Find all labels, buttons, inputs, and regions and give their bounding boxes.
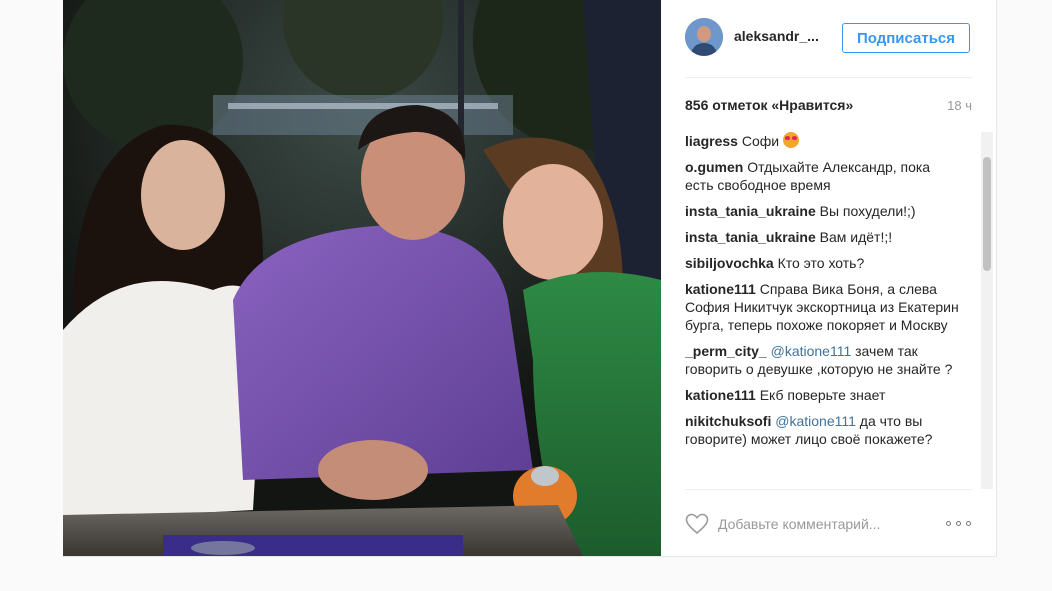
add-comment-input[interactable] <box>718 514 918 534</box>
heart-like-icon[interactable] <box>685 513 709 535</box>
post-timestamp[interactable]: 18 ч <box>947 98 972 113</box>
comment-item: katione111 Справа Вика Боня, а слева Соф… <box>685 280 961 334</box>
post-photo-image <box>63 0 661 556</box>
comment-author[interactable]: _perm_city_ <box>685 343 767 359</box>
post-footer <box>685 489 972 557</box>
follow-button[interactable]: Подписаться <box>842 23 970 53</box>
comments-scroll-thumb[interactable] <box>983 157 991 271</box>
comment-author[interactable]: katione111 <box>685 387 756 403</box>
comment-text: Софи <box>741 133 780 149</box>
comment-text: Кто это хоть? <box>777 255 865 271</box>
post-side-panel: aleksandr_... Подписаться 856 отметок «Н… <box>661 0 996 556</box>
comment-author[interactable]: insta_tania_ukraine <box>685 203 816 219</box>
comment-text: Вам идёт!;! <box>819 229 893 245</box>
comment-author[interactable]: liagress <box>685 133 738 149</box>
comment-item: katione111 Екб поверьте знает <box>685 386 961 404</box>
post-header: aleksandr_... Подписаться <box>685 0 972 78</box>
avatar-image <box>685 18 723 56</box>
comment-item: nikitchuksofi @katione111 да что вы гово… <box>685 412 961 448</box>
comments-list: liagress Софи o.gumen Отдыхайте Александ… <box>685 132 961 489</box>
comment-item: liagress Софи <box>685 132 961 150</box>
comment-item: o.gumen Отдыхайте Александр, пока есть с… <box>685 158 961 194</box>
comment-author[interactable]: sibiljovochka <box>685 255 774 271</box>
comment-mention[interactable]: @katione111 <box>771 343 852 359</box>
heart-eyes-emoji-icon <box>782 132 799 148</box>
comments-scrollbar[interactable] <box>981 132 993 489</box>
comment-item: _perm_city_ @katione111 зачем так говори… <box>685 342 961 378</box>
comment-item: insta_tania_ukraine Вы похудели!;) <box>685 202 961 220</box>
comment-author[interactable]: insta_tania_ukraine <box>685 229 816 245</box>
comment-author[interactable]: nikitchuksofi <box>685 413 771 429</box>
comment-item: sibiljovochka Кто это хоть? <box>685 254 961 272</box>
comment-text: Вы похудели!;) <box>819 203 916 219</box>
author-username[interactable]: aleksandr_... <box>734 28 819 44</box>
comment-author[interactable]: katione111 <box>685 281 756 297</box>
likes-count[interactable]: 856 отметок «Нравится» <box>685 97 853 113</box>
comment-mention[interactable]: @katione111 <box>775 413 856 429</box>
comment-item: insta_tania_ukraine Вам идёт!;! <box>685 228 961 246</box>
avatar[interactable] <box>685 18 723 56</box>
comment-text: Екб поверьте знает <box>759 387 886 403</box>
post-card: aleksandr_... Подписаться 856 отметок «Н… <box>63 0 997 557</box>
more-options-icon[interactable] <box>946 521 972 527</box>
comment-author[interactable]: o.gumen <box>685 159 743 175</box>
post-photo[interactable] <box>63 0 661 556</box>
